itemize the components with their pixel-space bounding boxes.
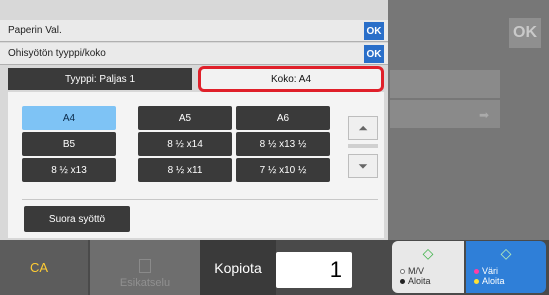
copies-count-field[interactable]: 1 — [276, 252, 352, 288]
scroll-indicator — [348, 144, 378, 148]
size-option-8-5x13-5[interactable]: 8 ½ x13 ½ — [236, 132, 330, 156]
start-diamond-icon: ◇ — [500, 245, 512, 261]
size-option-a4[interactable]: A4 — [22, 106, 116, 130]
copies-label: Kopiota — [200, 240, 276, 295]
size-option-8-5x13[interactable]: 8 ½ x13 — [22, 158, 116, 182]
size-option-a5[interactable]: A5 — [138, 106, 232, 130]
direct-feed-button[interactable]: Suora syöttö — [24, 206, 130, 232]
preview-label: Esikatselu — [119, 277, 171, 289]
dialog-subheader: Ohisyötön tyyppi/koko OK — [0, 43, 388, 65]
dialog-header: Paperin Val. OK — [0, 20, 388, 42]
mono-start-label: M/V Aloita — [400, 266, 431, 286]
chevron-double-down-icon: ⏷ — [358, 158, 368, 173]
color-start-button[interactable]: ◇ Väri Aloita — [466, 241, 546, 293]
ca-label: CA — [30, 260, 49, 275]
tab-paper-size[interactable]: Koko: A4 — [198, 66, 384, 92]
mono-start-button[interactable]: ◇ M/V Aloita — [392, 241, 464, 293]
size-option-7-5x10-5[interactable]: 7 ½ x10 ½ — [236, 158, 330, 182]
dialog-title: Paperin Val. — [8, 25, 62, 36]
size-option-8-5x14[interactable]: 8 ½ x14 — [138, 132, 232, 156]
preview-icon — [139, 259, 151, 273]
arrow-right-icon: ➡ — [478, 108, 489, 122]
divider — [22, 199, 378, 200]
scroll-down-button[interactable]: ⏷ — [348, 154, 378, 178]
preview-button: Esikatselu — [90, 240, 200, 295]
dialog-subtitle: Ohisyötön tyyppi/koko — [8, 48, 106, 59]
tab-paper-type[interactable]: Tyyppi: Paljas 1 — [8, 68, 192, 90]
color-start-line1: Väri — [482, 266, 499, 276]
size-option-a6[interactable]: A6 — [236, 106, 330, 130]
size-option-8-5x11[interactable]: 8 ½ x11 — [138, 158, 232, 182]
size-panel: A4 A5 A6 B5 8 ½ x14 8 ½ x13 ½ 8 ½ x13 8 … — [8, 92, 384, 238]
size-option-b5[interactable]: B5 — [22, 132, 116, 156]
start-diamond-icon: ◇ — [422, 245, 434, 261]
paper-select-dialog: Paperin Val. OK Ohisyötön tyyppi/koko OK… — [0, 0, 388, 240]
color-start-line2: Aloita — [482, 276, 505, 286]
ok-button[interactable]: OK — [364, 22, 384, 40]
chevron-double-up-icon: ⏶ — [358, 120, 368, 135]
background-ok-button: OK — [509, 18, 541, 48]
background-row — [390, 70, 500, 98]
mono-start-line1: M/V — [408, 266, 425, 276]
scroll-up-button[interactable]: ⏶ — [348, 116, 378, 140]
ca-button[interactable]: CA — [0, 240, 88, 295]
mono-start-line2: Aloita — [408, 276, 431, 286]
subheader-ok-button[interactable]: OK — [364, 45, 384, 63]
color-start-label: Väri Aloita — [474, 266, 505, 286]
